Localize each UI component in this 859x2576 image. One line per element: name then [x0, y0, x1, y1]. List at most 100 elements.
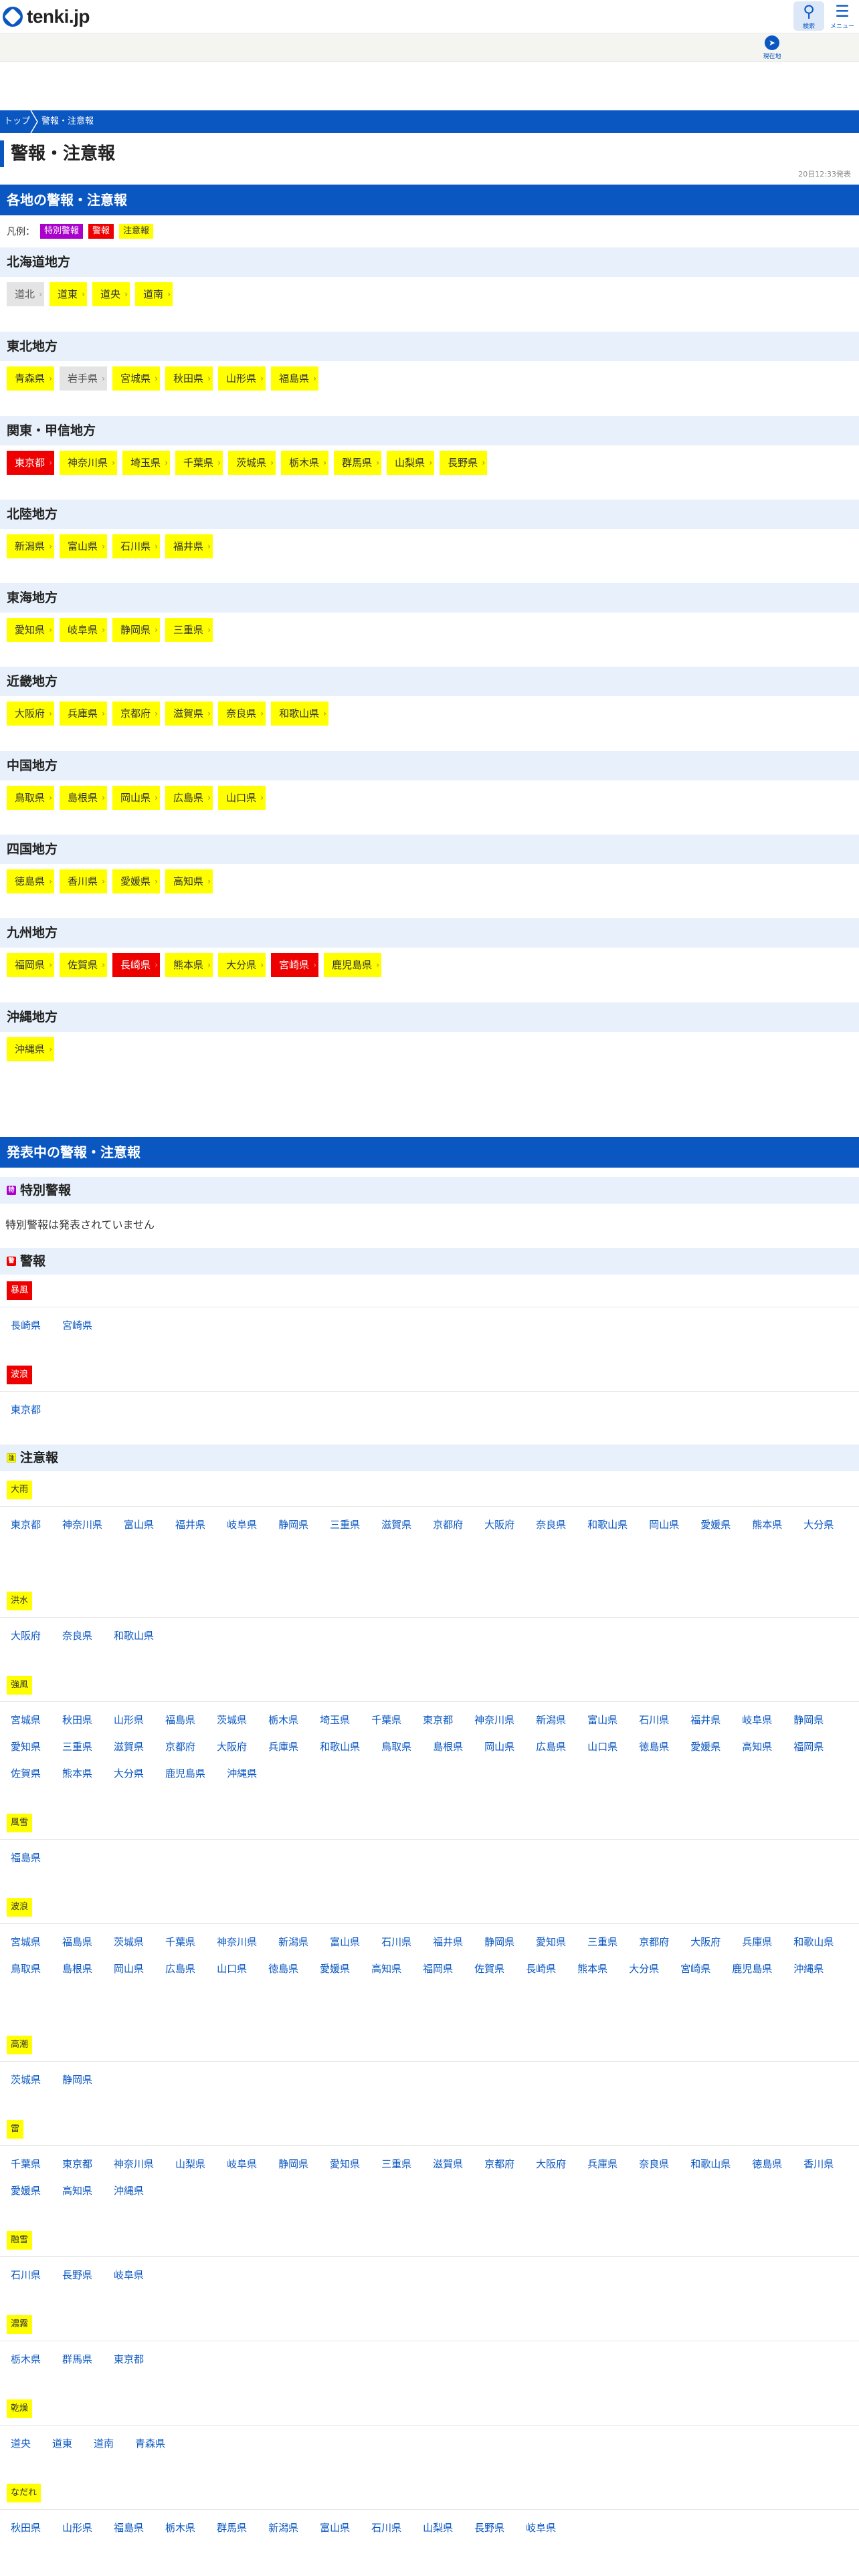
- prefecture-link[interactable]: 栃木県: [11, 2352, 41, 2367]
- prefecture-link[interactable]: 茨城県: [114, 1935, 144, 1949]
- search-button[interactable]: ⚲ 検索: [793, 1, 824, 31]
- prefecture-link[interactable]: 京都府: [433, 1517, 463, 1532]
- prefecture-link[interactable]: 石川県: [371, 2520, 401, 2535]
- prefecture-link[interactable]: 千葉県: [11, 2157, 41, 2171]
- prefecture-link[interactable]: 神奈川県: [217, 1935, 257, 1949]
- prefecture-chip[interactable]: 香川県: [60, 869, 108, 893]
- prefecture-chip[interactable]: 栃木県: [281, 451, 329, 475]
- prefecture-link[interactable]: 三重県: [330, 1517, 360, 1532]
- prefecture-link[interactable]: 青森県: [135, 2436, 165, 2451]
- prefecture-link[interactable]: 福井県: [690, 1713, 721, 1727]
- prefecture-link[interactable]: 宮城県: [11, 1935, 41, 1949]
- prefecture-link[interactable]: 愛媛県: [690, 1739, 721, 1754]
- prefecture-link[interactable]: 大分県: [803, 1517, 834, 1532]
- prefecture-link[interactable]: 新潟県: [278, 1935, 308, 1949]
- prefecture-link[interactable]: 徳島県: [639, 1739, 669, 1754]
- prefecture-chip[interactable]: 熊本県: [165, 953, 213, 977]
- prefecture-link[interactable]: 岡山県: [649, 1517, 679, 1532]
- prefecture-link[interactable]: 長崎県: [11, 1318, 41, 1333]
- prefecture-link[interactable]: 広島県: [165, 1961, 195, 1976]
- prefecture-chip[interactable]: 大阪府: [7, 702, 55, 726]
- prefecture-chip[interactable]: 鹿児島県: [324, 953, 382, 977]
- breadcrumb-top-link[interactable]: トップ: [4, 110, 30, 133]
- prefecture-link[interactable]: 滋賀県: [433, 2157, 463, 2171]
- prefecture-link[interactable]: 群馬県: [62, 2352, 92, 2367]
- prefecture-link[interactable]: 山梨県: [423, 2520, 453, 2535]
- prefecture-link[interactable]: 高知県: [62, 2183, 92, 2198]
- prefecture-chip[interactable]: 福島県: [271, 366, 319, 391]
- prefecture-chip[interactable]: 滋賀県: [165, 702, 213, 726]
- prefecture-link[interactable]: 秋田県: [62, 1713, 92, 1727]
- prefecture-chip[interactable]: 岐阜県: [60, 618, 108, 642]
- prefecture-chip[interactable]: 千葉県: [175, 451, 223, 475]
- prefecture-link[interactable]: 高知県: [742, 1739, 772, 1754]
- prefecture-link[interactable]: 新潟県: [536, 1713, 566, 1727]
- prefecture-link[interactable]: 道央: [11, 2436, 31, 2451]
- prefecture-chip[interactable]: 福井県: [165, 534, 213, 558]
- prefecture-link[interactable]: 京都府: [639, 1935, 669, 1949]
- prefecture-link[interactable]: 徳島県: [268, 1961, 298, 1976]
- prefecture-link[interactable]: 滋賀県: [114, 1739, 144, 1754]
- prefecture-chip[interactable]: 沖縄県: [7, 1037, 55, 1061]
- prefecture-link[interactable]: 福岡県: [423, 1961, 453, 1976]
- prefecture-link[interactable]: 静岡県: [278, 2157, 308, 2171]
- prefecture-link[interactable]: 佐賀県: [474, 1961, 504, 1976]
- prefecture-link[interactable]: 鹿児島県: [732, 1961, 772, 1976]
- prefecture-link[interactable]: 山口県: [587, 1739, 617, 1754]
- prefecture-chip[interactable]: 宮城県: [112, 366, 161, 391]
- prefecture-chip[interactable]: 山形県: [218, 366, 266, 391]
- prefecture-link[interactable]: 長野県: [474, 2520, 504, 2535]
- prefecture-link[interactable]: 滋賀県: [381, 1517, 411, 1532]
- prefecture-link[interactable]: 富山県: [587, 1713, 617, 1727]
- prefecture-link[interactable]: 愛知県: [536, 1935, 566, 1949]
- prefecture-link[interactable]: 山形県: [114, 1713, 144, 1727]
- prefecture-chip[interactable]: 山梨県: [387, 451, 435, 475]
- prefecture-link[interactable]: 兵庫県: [268, 1739, 298, 1754]
- prefecture-link[interactable]: 長野県: [62, 2268, 92, 2282]
- prefecture-link[interactable]: 神奈川県: [114, 2157, 154, 2171]
- prefecture-link[interactable]: 神奈川県: [62, 1517, 102, 1532]
- prefecture-link[interactable]: 大阪府: [536, 2157, 566, 2171]
- site-logo[interactable]: tenki.jp: [3, 4, 90, 29]
- prefecture-link[interactable]: 東京都: [11, 1402, 41, 1417]
- prefecture-link[interactable]: 富山県: [330, 1935, 360, 1949]
- prefecture-link[interactable]: 岐阜県: [227, 2157, 257, 2171]
- prefecture-link[interactable]: 福井県: [433, 1935, 463, 1949]
- prefecture-link[interactable]: 神奈川県: [474, 1713, 514, 1727]
- prefecture-link[interactable]: 徳島県: [752, 2157, 782, 2171]
- prefecture-link[interactable]: 宮崎県: [62, 1318, 92, 1333]
- prefecture-link[interactable]: 長崎県: [526, 1961, 556, 1976]
- prefecture-chip[interactable]: 秋田県: [165, 366, 213, 391]
- prefecture-link[interactable]: 静岡県: [484, 1935, 514, 1949]
- prefecture-link[interactable]: 島根県: [433, 1739, 463, 1754]
- prefecture-link[interactable]: 三重県: [587, 1935, 617, 1949]
- prefecture-link[interactable]: 佐賀県: [11, 1766, 41, 1781]
- prefecture-link[interactable]: 栃木県: [268, 1713, 298, 1727]
- prefecture-link[interactable]: 熊本県: [752, 1517, 782, 1532]
- prefecture-chip[interactable]: 長野県: [440, 451, 488, 475]
- prefecture-link[interactable]: 福井県: [175, 1517, 205, 1532]
- current-location-button[interactable]: ➤ 現在地: [752, 35, 792, 60]
- prefecture-link[interactable]: 東京都: [423, 1713, 453, 1727]
- prefecture-chip[interactable]: 神奈川県: [60, 451, 118, 475]
- prefecture-chip[interactable]: 富山県: [60, 534, 108, 558]
- prefecture-link[interactable]: 大分県: [629, 1961, 659, 1976]
- prefecture-link[interactable]: 京都府: [165, 1739, 195, 1754]
- prefecture-link[interactable]: 千葉県: [371, 1713, 401, 1727]
- prefecture-chip[interactable]: 岡山県: [112, 786, 161, 810]
- prefecture-link[interactable]: 静岡県: [62, 2072, 92, 2087]
- prefecture-link[interactable]: 道南: [94, 2436, 114, 2451]
- prefecture-chip[interactable]: 石川県: [112, 534, 161, 558]
- prefecture-chip[interactable]: 高知県: [165, 869, 213, 893]
- prefecture-chip[interactable]: 新潟県: [7, 534, 55, 558]
- prefecture-link[interactable]: 福島県: [11, 1850, 41, 1865]
- prefecture-link[interactable]: 岐阜県: [526, 2520, 556, 2535]
- prefecture-chip[interactable]: 福岡県: [7, 953, 55, 977]
- prefecture-link[interactable]: 福岡県: [793, 1739, 824, 1754]
- prefecture-chip[interactable]: 島根県: [60, 786, 108, 810]
- prefecture-chip[interactable]: 三重県: [165, 618, 213, 642]
- prefecture-link[interactable]: 宮城県: [11, 1713, 41, 1727]
- prefecture-chip[interactable]: 長崎県: [112, 953, 161, 977]
- prefecture-link[interactable]: 大分県: [114, 1766, 144, 1781]
- prefecture-link[interactable]: 広島県: [536, 1739, 566, 1754]
